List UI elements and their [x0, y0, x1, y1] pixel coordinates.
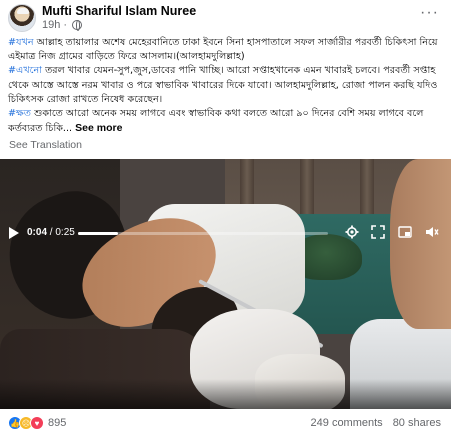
- video-progress-bar[interactable]: [78, 232, 328, 235]
- globe-icon[interactable]: [72, 20, 83, 31]
- more-horizontal-icon[interactable]: ···: [420, 4, 439, 22]
- hashtag-link[interactable]: #যখন: [8, 37, 34, 48]
- duration: 0:25: [55, 227, 75, 238]
- hashtag-link[interactable]: #ক্ষত: [8, 108, 31, 119]
- video-progress-fill: [78, 232, 118, 235]
- shares-count[interactable]: 80 shares: [393, 417, 441, 429]
- settings-icon[interactable]: [345, 225, 359, 239]
- post-paragraph: #এখনো তরল খাবার যেমন-সুপ,জুস,ডাবের পানি …: [8, 64, 446, 107]
- video-controls-bar: [0, 379, 451, 409]
- author-name[interactable]: Mufti Shariful Islam Nuree: [42, 4, 196, 18]
- video-time: 0:04 / 0:25: [27, 227, 75, 238]
- current-time: 0:04: [27, 227, 48, 238]
- paragraph-text: আল্লাহ তায়ালার অশেষ মেহেরবানিতে ঢাকা ইব…: [8, 37, 438, 63]
- volume-icon[interactable]: [425, 225, 439, 239]
- play-icon[interactable]: [9, 227, 19, 239]
- post-paragraph: #ক্ষত শুকাতে আরো অনেক সময় লাগবে এবং স্ব…: [8, 107, 446, 136]
- see-translation-link[interactable]: See Translation: [9, 139, 82, 151]
- post-meta: 19h ·: [42, 19, 83, 31]
- post-footer: 👍 ☹ ♥ 895 249 comments 80 shares: [0, 409, 451, 438]
- separator-dot: ·: [63, 19, 68, 31]
- post-body: #যখন আল্লাহ তায়ালার অশেষ মেহেরবানিতে ঢা…: [8, 36, 446, 136]
- picture-in-picture-icon[interactable]: [398, 225, 412, 239]
- paragraph-text: শুকাতে আরো অনেক সময় লাগবে এবং স্বাভাবিক…: [8, 108, 424, 135]
- post-paragraph: #যখন আল্লাহ তায়ালার অশেষ মেহেরবানিতে ঢা…: [8, 36, 446, 64]
- fullscreen-icon[interactable]: [371, 225, 385, 239]
- engagement-stats: 249 comments 80 shares: [311, 417, 441, 429]
- video-frame: [0, 159, 451, 409]
- post-header: Mufti Shariful Islam Nuree 19h · ···: [0, 0, 451, 34]
- author-avatar[interactable]: [8, 4, 36, 32]
- reaction-count[interactable]: 895: [48, 417, 66, 429]
- hashtag-link[interactable]: #এখনো: [8, 65, 42, 76]
- paragraph-text: তরল খাবার যেমন-সুপ,জুস,ডাবের পানি খাচ্ছি…: [8, 65, 438, 105]
- see-more-link[interactable]: See more: [75, 122, 122, 134]
- post-time[interactable]: 19h: [42, 19, 60, 31]
- video-player[interactable]: [0, 159, 451, 409]
- love-icon: ♥: [30, 416, 44, 430]
- comments-count[interactable]: 249 comments: [311, 417, 383, 429]
- reactions-summary[interactable]: 👍 ☹ ♥ 895: [8, 416, 66, 430]
